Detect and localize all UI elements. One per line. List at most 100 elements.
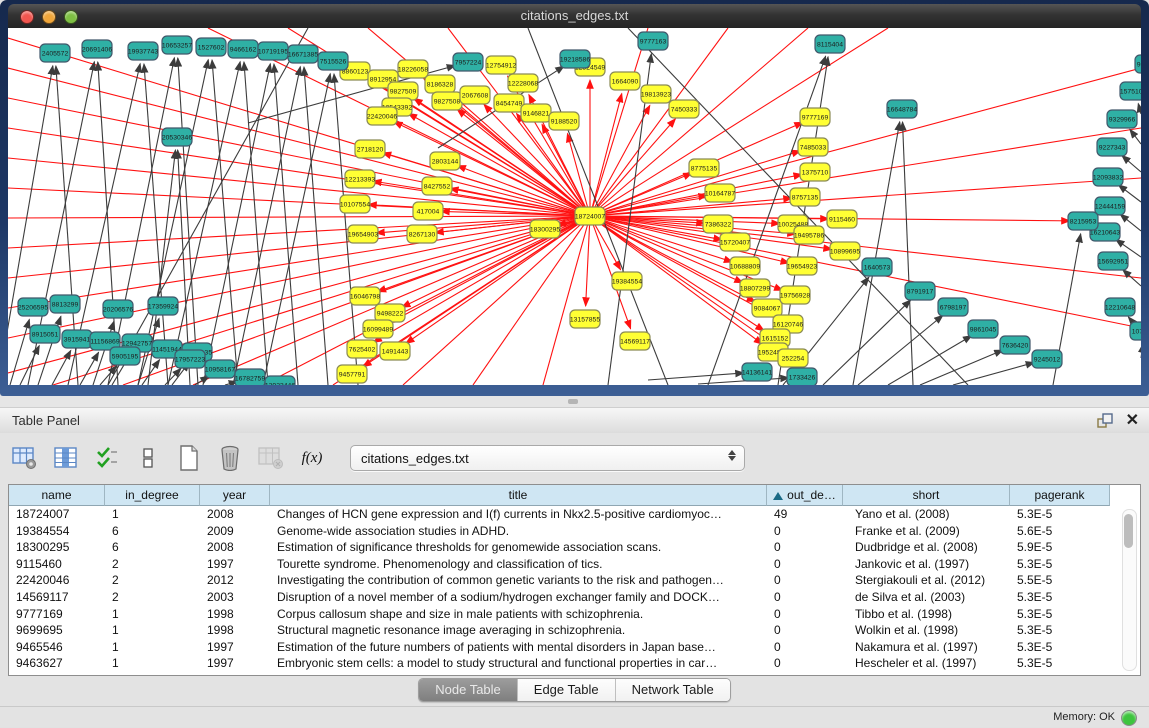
graph-node[interactable]: 1375710	[800, 163, 830, 181]
table-cell[interactable]: 1	[105, 639, 200, 656]
graph-node[interactable]: 1640573	[862, 258, 892, 276]
graph-node[interactable]: 19813923	[641, 85, 671, 103]
graph-node[interactable]: 8813299	[50, 295, 80, 313]
graph-node[interactable]: 7515526	[318, 52, 348, 70]
graph-node[interactable]: 9519226	[1135, 55, 1141, 73]
graph-node[interactable]: 7386322	[703, 215, 733, 233]
graph-node[interactable]: 7450333	[669, 100, 699, 118]
network-graph[interactable]: 1872400788601238912954182260588186328982…	[8, 28, 1141, 385]
graph-node[interactable]: 1077102	[1130, 322, 1141, 340]
graph-node[interactable]: 10164787	[705, 184, 735, 202]
graph-node[interactable]: 14569117	[620, 332, 650, 350]
graph-node[interactable]: 18226058	[398, 60, 428, 78]
graph-node[interactable]: 9084067	[752, 299, 782, 317]
table-cell[interactable]: Tibbo et al. (1998)	[843, 606, 1010, 623]
graph-node[interactable]: 8791917	[905, 282, 935, 300]
table-cell[interactable]: 9699695	[9, 622, 105, 639]
graph-node[interactable]: 9827509	[388, 82, 418, 100]
graph-node[interactable]: 20206576	[103, 300, 133, 318]
table-row[interactable]: 1938455462009Genome-wide association stu…	[9, 523, 1140, 540]
graph-node[interactable]: 14136141	[742, 363, 772, 381]
table-cell[interactable]: Jankovic et al. (1997)	[843, 556, 1010, 573]
graph-node[interactable]: 12923446	[265, 376, 295, 385]
close-panel-icon[interactable]: ✕	[1126, 413, 1139, 429]
table-cell[interactable]: 0	[767, 589, 843, 606]
table-cell[interactable]: 2012	[200, 572, 270, 589]
graph-node[interactable]: 7636420	[1000, 336, 1030, 354]
table-cell[interactable]: de Silva et al. (2003)	[843, 589, 1010, 606]
graph-node[interactable]: 9188520	[549, 112, 579, 130]
graph-node[interactable]: 2067608	[460, 86, 490, 104]
graph-node[interactable]: 16099489	[363, 320, 393, 338]
column-header-short[interactable]: short	[843, 485, 1010, 506]
graph-node[interactable]: 6798197	[938, 298, 968, 316]
table-cell[interactable]: 0	[767, 539, 843, 556]
column-selection-icon[interactable]	[51, 443, 81, 473]
graph-node[interactable]: 10653257	[162, 36, 192, 54]
table-cell[interactable]: 6	[105, 523, 200, 540]
graph-node[interactable]: 1491443	[380, 342, 410, 360]
graph-node[interactable]: 9498222	[375, 304, 405, 322]
tab-edge-table[interactable]: Edge Table	[518, 679, 616, 701]
window-titlebar[interactable]: citations_edges.txt	[8, 4, 1141, 28]
table-cell[interactable]: 18300295	[9, 539, 105, 556]
graph-node[interactable]: 16782759	[235, 369, 265, 385]
table-cell[interactable]: Embryonic stem cells: a model to study s…	[270, 655, 767, 672]
graph-node[interactable]: 19654923	[787, 257, 817, 275]
table-cell[interactable]: 2009	[200, 523, 270, 540]
table-cell[interactable]: 0	[767, 556, 843, 573]
graph-node[interactable]: 19756928	[780, 286, 810, 304]
table-cell[interactable]: 9115460	[9, 556, 105, 573]
graph-node[interactable]: 12444159	[1095, 197, 1125, 215]
graph-node[interactable]: 15751074	[1120, 82, 1141, 100]
column-header-name[interactable]: name	[9, 485, 105, 506]
graph-node[interactable]: 20530346	[162, 128, 192, 146]
graph-node[interactable]: 9245012	[1032, 350, 1062, 368]
table-cell[interactable]: 19384554	[9, 523, 105, 540]
graph-node[interactable]: 13157855	[570, 310, 600, 328]
graph-node[interactable]: 9329966	[1107, 110, 1137, 128]
graph-node[interactable]: 252254	[778, 349, 808, 367]
table-cell[interactable]: 1998	[200, 622, 270, 639]
vertical-scrollbar[interactable]	[1122, 509, 1137, 671]
graph-node[interactable]: 9457791	[337, 365, 367, 383]
graph-node[interactable]: 8775135	[689, 159, 719, 177]
graph-node[interactable]: 25206595	[18, 298, 48, 316]
table-cell[interactable]: 14569117	[9, 589, 105, 606]
graph-node[interactable]: 8115404	[815, 35, 845, 53]
graph-node[interactable]: 9861045	[968, 320, 998, 338]
table-cell[interactable]: 0	[767, 606, 843, 623]
table-row[interactable]: 946362711997Embryonic stem cells: a mode…	[9, 655, 1140, 672]
graph-node[interactable]: 9777169	[800, 108, 830, 126]
graph-node[interactable]: 1527602	[196, 38, 226, 56]
function-icon[interactable]: f(x)	[297, 443, 327, 473]
column-header-in_degree[interactable]: in_degree	[105, 485, 200, 506]
table-cell[interactable]: 5.3E-5	[1010, 639, 1110, 656]
table-row[interactable]: 977716911998Corpus callosum shape and si…	[9, 606, 1140, 623]
table-cell[interactable]: 0	[767, 655, 843, 672]
graph-node[interactable]: 10958167	[205, 360, 235, 378]
graph-node[interactable]: 16046798	[350, 287, 380, 305]
table-cell[interactable]: Tourette syndrome. Phenomenology and cla…	[270, 556, 767, 573]
graph-node[interactable]: 8215953	[1068, 212, 1098, 230]
table-cell[interactable]: 5.9E-5	[1010, 539, 1110, 556]
table-cell[interactable]: 5.3E-5	[1010, 655, 1110, 672]
graph-node[interactable]: 8757135	[790, 188, 820, 206]
table-row[interactable]: 1872400712008Changes of HCN gene express…	[9, 506, 1140, 523]
table-cell[interactable]: 2	[105, 556, 200, 573]
table-cell[interactable]: Hescheler et al. (1997)	[843, 655, 1010, 672]
graph-node[interactable]: 9777163	[638, 32, 668, 50]
table-cell[interactable]: 5.3E-5	[1010, 556, 1110, 573]
graph-node[interactable]: 9227343	[1097, 138, 1127, 156]
graph-node[interactable]: 10688809	[730, 257, 760, 275]
graph-node[interactable]: 10899695	[830, 242, 860, 260]
table-cell[interactable]: 1997	[200, 655, 270, 672]
column-header-year[interactable]: year	[200, 485, 270, 506]
table-row[interactable]: 2242004622012Investigating the contribut…	[9, 572, 1140, 589]
delete-trash-icon[interactable]	[215, 443, 245, 473]
column-header-pagerank[interactable]: pagerank	[1010, 485, 1110, 506]
table-cell[interactable]: 22420046	[9, 572, 105, 589]
table-cell[interactable]: 2	[105, 572, 200, 589]
graph-node[interactable]: 2803144	[430, 152, 460, 170]
graph-node[interactable]: 8267130	[407, 225, 437, 243]
